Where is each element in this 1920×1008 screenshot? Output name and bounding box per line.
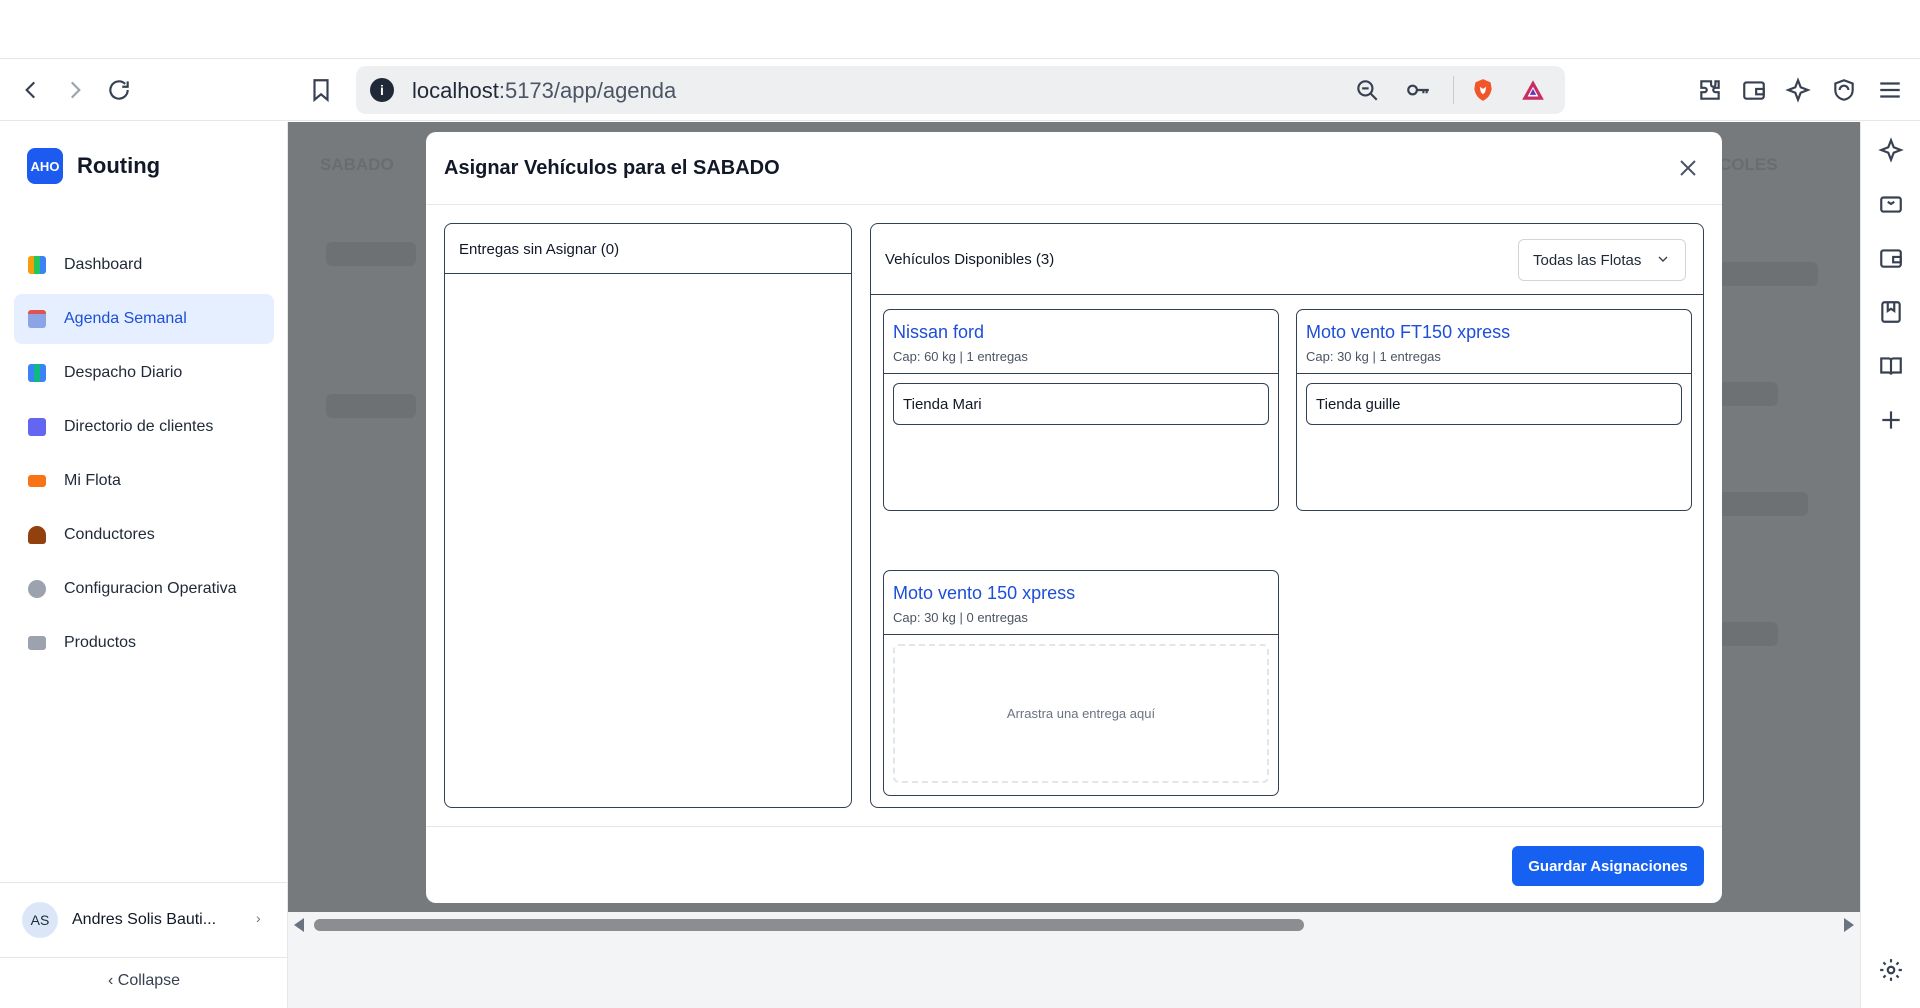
scroll-left-arrow[interactable]	[294, 918, 304, 932]
gear-icon	[28, 580, 46, 598]
vehicles-panel-header: Vehículos Disponibles (3) Todas las Flot…	[871, 224, 1703, 295]
unassigned-title: Entregas sin Asignar (0)	[445, 224, 851, 274]
bg-card	[1718, 622, 1778, 646]
bg-card	[1718, 262, 1818, 286]
menu-icon[interactable]	[1873, 73, 1907, 107]
available-vehicles-panel: Vehículos Disponibles (3) Todas las Flot…	[870, 223, 1704, 808]
vehicle-card-header: Moto vento FT150 xpress Cap: 30 kg | 1 e…	[1297, 310, 1691, 374]
chevron-right-icon: ›	[256, 910, 261, 926]
sidebar-item-mi-flota[interactable]: Mi Flota	[14, 456, 274, 506]
settings-icon[interactable]	[1877, 956, 1905, 984]
bg-day-right: COLES	[1719, 155, 1778, 174]
bg-card	[1718, 492, 1808, 516]
cart-icon	[28, 636, 46, 650]
sidebar-item-productos[interactable]: Productos	[14, 618, 274, 668]
sidebar-item-despacho-diario[interactable]: Despacho Diario	[14, 348, 274, 398]
extensions-icon[interactable]	[1693, 73, 1727, 107]
sidebar-item-dashboard[interactable]: Dashboard	[14, 240, 274, 290]
vehicle-card-header: Nissan ford Cap: 60 kg | 1 entregas	[884, 310, 1278, 374]
brave-shields-icon[interactable]	[1469, 76, 1497, 104]
sidebar-nav: Dashboard Agenda Semanal Despacho Diario…	[14, 240, 274, 672]
scroll-thumb[interactable]	[314, 919, 1304, 931]
talk-icon[interactable]	[1877, 190, 1905, 218]
bg-card	[1718, 382, 1778, 406]
close-icon[interactable]	[1672, 152, 1704, 184]
bg-card	[326, 242, 416, 266]
app-sidebar: AHO Routing Dashboard Agenda Semanal Des…	[0, 122, 288, 1008]
avatar: AS	[22, 902, 58, 938]
modal-title: Asignar Vehículos para el SABADO	[444, 157, 780, 179]
vehicle-capacity: Cap: 30 kg | 0 entregas	[893, 610, 1028, 625]
address-bar[interactable]: i localhost:5173/app/agenda	[356, 66, 1565, 114]
vehicle-card[interactable]: Moto vento FT150 xpress Cap: 30 kg | 1 e…	[1296, 309, 1692, 511]
wallet-icon[interactable]	[1877, 244, 1905, 272]
fleet-filter-select[interactable]: Todas las Flotas	[1518, 239, 1686, 281]
vehicle-capacity: Cap: 60 kg | 1 entregas	[893, 349, 1028, 364]
vpn-icon[interactable]	[1827, 73, 1861, 107]
sidebar-item-configuracion-operativa[interactable]: Configuracion Operativa	[14, 564, 274, 614]
user-menu[interactable]: AS Andres Solis Bauti... ›	[0, 882, 288, 958]
bookmark-icon[interactable]	[304, 73, 338, 107]
sidebar-item-agenda-semanal[interactable]: Agenda Semanal	[14, 294, 274, 344]
vehicle-card[interactable]: Moto vento 150 xpress Cap: 30 kg | 0 ent…	[883, 570, 1279, 796]
user-name: Andres Solis Bauti...	[72, 911, 217, 928]
key-icon[interactable]	[1404, 76, 1432, 104]
back-icon[interactable]	[14, 73, 48, 107]
page-bottom-area	[288, 938, 1860, 1008]
leo-ai-icon[interactable]	[1877, 136, 1905, 164]
vehicle-capacity: Cap: 30 kg | 1 entregas	[1306, 349, 1441, 364]
bg-day-left: SABADO	[320, 155, 394, 174]
browser-toolbar: i localhost:5173/app/agenda	[0, 58, 1920, 121]
chart-icon	[28, 256, 46, 274]
assign-vehicles-modal: Asignar Vehículos para el SABADO Entrega…	[426, 132, 1722, 903]
calendar-icon	[28, 310, 46, 328]
brave-rewards-icon[interactable]	[1519, 76, 1547, 104]
brand-logo: AHO	[27, 148, 63, 184]
driver-icon	[28, 526, 46, 544]
save-assignments-button[interactable]: Guardar Asignaciones	[1512, 846, 1704, 886]
zoom-out-icon[interactable]	[1353, 76, 1381, 104]
forward-icon[interactable]	[58, 73, 92, 107]
vehicle-card[interactable]: Nissan ford Cap: 60 kg | 1 entregas Tien…	[883, 309, 1279, 511]
vehicle-name: Moto vento FT150 xpress	[1306, 322, 1511, 342]
scroll-right-arrow[interactable]	[1844, 918, 1854, 932]
vehicle-card-header: Moto vento 150 xpress Cap: 30 kg | 0 ent…	[884, 571, 1278, 635]
modal-footer: Guardar Asignaciones	[426, 826, 1722, 903]
bookmarks-icon[interactable]	[1877, 298, 1905, 326]
delivery-item[interactable]: Tienda Mari	[893, 383, 1269, 425]
chevron-down-icon	[1658, 256, 1668, 262]
reload-icon[interactable]	[102, 73, 136, 107]
vehicle-name: Moto vento 150 xpress	[893, 583, 1076, 603]
brand[interactable]: AHO Routing	[27, 148, 160, 184]
sidebar-item-directorio-clientes[interactable]: Directorio de clientes	[14, 402, 274, 452]
browser-side-panel	[1860, 122, 1920, 1008]
delivery-item[interactable]: Tienda guille	[1306, 383, 1682, 425]
wallet-icon[interactable]	[1737, 73, 1771, 107]
horizontal-scrollbar[interactable]	[288, 912, 1860, 938]
vehicles-title: Vehículos Disponibles (3)	[885, 251, 1055, 268]
add-icon[interactable]	[1877, 406, 1905, 434]
map-icon	[28, 364, 46, 382]
collapse-button[interactable]: ‹ Collapse	[0, 972, 288, 990]
building-icon	[28, 418, 46, 436]
url-divider	[1453, 76, 1454, 104]
vehicle-name: Nissan ford	[893, 322, 985, 342]
reading-list-icon[interactable]	[1877, 352, 1905, 380]
brand-name: Routing	[77, 153, 161, 178]
bg-card	[326, 394, 416, 418]
sidebar-item-conductores[interactable]: Conductores	[14, 510, 274, 560]
modal-header: Asignar Vehículos para el SABADO	[426, 132, 1722, 205]
drop-zone[interactable]: Arrastra una entrega aquí	[893, 644, 1269, 783]
info-icon[interactable]: i	[370, 78, 394, 102]
leo-ai-icon[interactable]	[1781, 73, 1815, 107]
unassigned-deliveries-panel[interactable]: Entregas sin Asignar (0)	[444, 223, 852, 808]
truck-icon	[28, 475, 46, 487]
url-text[interactable]: localhost:5173/app/agenda	[412, 78, 676, 104]
